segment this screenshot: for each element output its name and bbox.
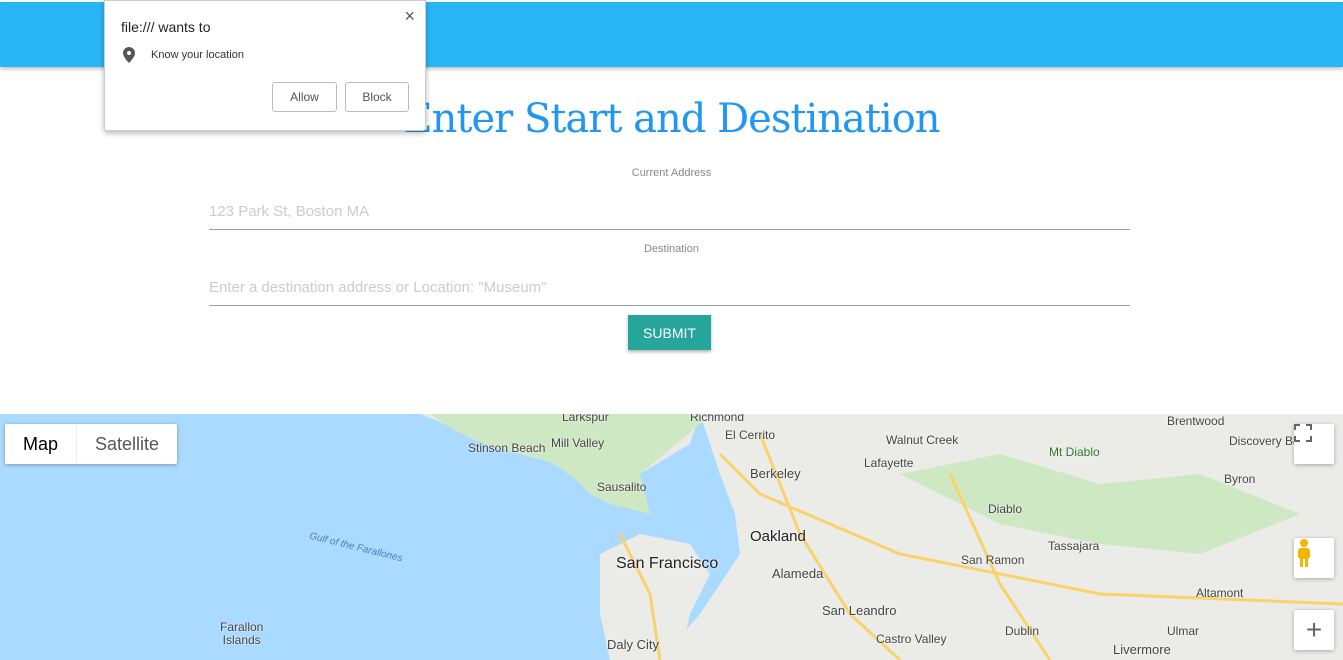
fullscreen-icon [1294,424,1312,442]
current-address-input[interactable] [209,193,1130,230]
block-button[interactable]: Block [345,82,409,112]
map-land [420,414,1343,660]
map-label: Richmond [690,414,745,424]
pegman-icon [1298,539,1310,567]
location-permission-popup: file:/// wants to × Know your location A… [104,0,426,131]
map-label: Berkeley [750,466,801,481]
map-label: Castro Valley [876,632,947,646]
map-type-satellite-button[interactable]: Satellite [77,424,177,464]
fullscreen-button[interactable] [1294,424,1334,464]
map-type-control: Map Satellite [5,424,178,464]
map-label: Daly City [607,637,660,652]
map-label: Ulmar [1167,624,1199,638]
map-label: Discovery Ba [1229,434,1300,448]
map-label: San Ramon [961,553,1025,567]
map-label: Stinson Beach [468,441,546,455]
allow-button[interactable]: Allow [272,82,337,112]
permission-text: Know your location [151,49,244,61]
map-label: Diablo [988,502,1023,516]
destination-input[interactable] [209,269,1130,306]
map-label: San Leandro [822,603,897,618]
close-icon[interactable]: × [404,6,415,27]
map-label: El Cerrito [725,428,776,442]
map-label: Brentwood [1167,414,1225,428]
map-label: Alameda [772,566,824,581]
map-label: Larkspur [562,414,609,424]
current-address-label: Current Address [631,167,712,179]
map-label: Dublin [1005,624,1040,638]
map-label: Byron [1224,472,1256,486]
street-view-pegman[interactable] [1294,538,1334,578]
map-label: Walnut Creek [886,433,959,447]
map-label: Tassajara [1048,539,1100,553]
map-label: San Francisco [616,555,719,572]
map-label: Mill Valley [551,436,605,450]
map-type-map-button[interactable]: Map [5,424,78,464]
map-label: Mt Diablo [1049,445,1100,459]
map-label: Lafayette [864,456,914,470]
submit-button[interactable]: SUBMIT [628,315,711,350]
map[interactable]: Larkspur Richmond Brentwood Stinson Beac… [0,414,1343,660]
map-label: Sausalito [597,480,647,494]
destination-label: Destination [643,243,700,255]
zoom-in-button[interactable]: + [1294,610,1334,650]
map-label: Oakland [750,528,806,545]
map-label: Livermore [1113,642,1171,657]
popup-title: file:/// wants to [121,19,211,35]
location-pin-icon [123,47,135,63]
map-label: Altamont [1196,586,1244,600]
map-label: Farallon Islands [220,620,264,647]
